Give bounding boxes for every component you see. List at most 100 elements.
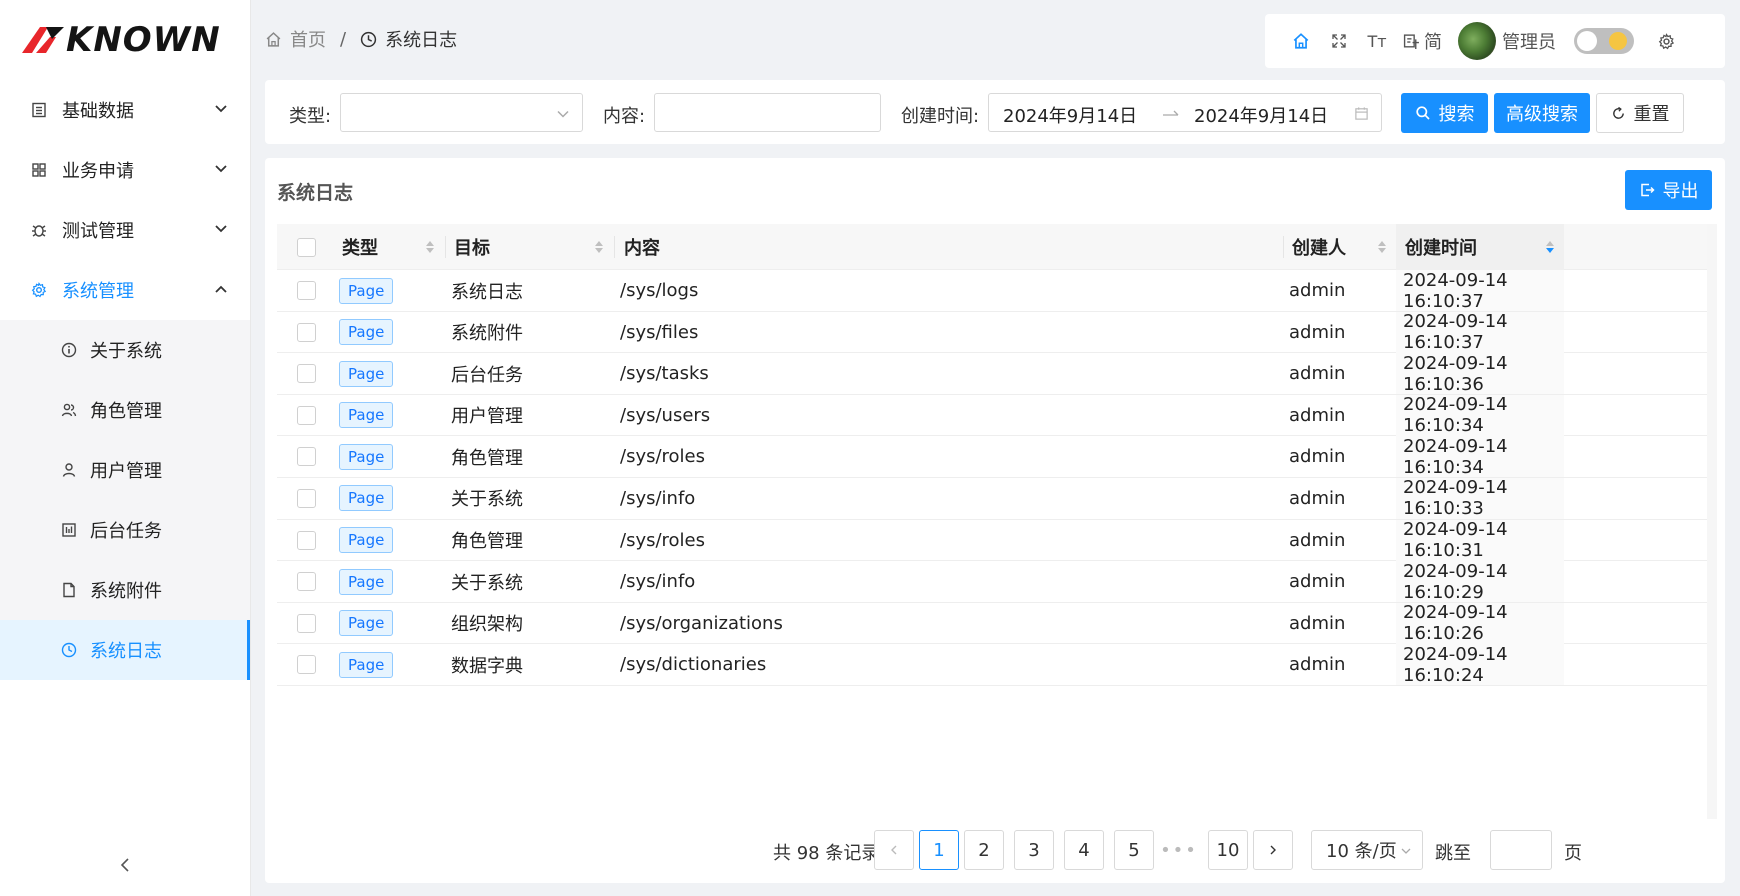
col-header-content: 内容 [624, 224, 660, 270]
row-checkbox[interactable] [297, 281, 316, 300]
checkbox[interactable] [297, 237, 316, 257]
table-row[interactable]: Page 关于系统/sys/info admin 2024-09-14 16:10:2… [277, 561, 1707, 603]
select-all-checkbox[interactable] [297, 224, 316, 270]
page-button-4[interactable]: 4 [1064, 830, 1104, 870]
sidebar-group-testing[interactable]: 测试管理 [0, 200, 250, 260]
jump-page-input[interactable] [1490, 830, 1552, 870]
gear-icon [1658, 32, 1674, 49]
type-tag: Page [339, 485, 394, 512]
table-row[interactable]: Page 用户管理/sys/users admin 2024-09-14 16:10:… [277, 394, 1707, 437]
page-button-1[interactable]: 1 [919, 830, 959, 870]
sort-icon[interactable] [594, 239, 604, 255]
theme-toggle[interactable] [1574, 26, 1634, 56]
table-row[interactable]: Page 组织架构/sys/organizations admin 2024-09-1… [277, 602, 1707, 645]
fullscreen-icon [1332, 34, 1346, 48]
language-button[interactable]: 简 [1403, 26, 1442, 56]
sidebar-item-about[interactable]: 关于系统 [0, 320, 250, 380]
row-checkbox[interactable] [297, 447, 316, 467]
target-cell: 关于系统 [451, 489, 523, 511]
prev-page-button[interactable] [874, 830, 914, 870]
sidebar-item-tasks[interactable]: 后台任务 [0, 500, 250, 560]
created-time-cell: 2024-09-14 16:10:37 [1396, 311, 1564, 353]
search-button[interactable]: 搜索 [1401, 93, 1488, 133]
col-header-type[interactable]: 类型 [342, 224, 378, 270]
row-checkbox[interactable] [297, 364, 316, 384]
type-select[interactable] [340, 93, 583, 132]
row-checkbox-cell [297, 353, 316, 394]
type-tag: Page [339, 527, 394, 554]
sidebar-menu: 基础数据 业务申请 测试管理 系统管理 关于系统 角色管理 用户管理 后台任务 … [0, 80, 250, 680]
next-page-button[interactable] [1253, 830, 1293, 870]
page-button-3[interactable]: 3 [1014, 830, 1054, 870]
table-row[interactable]: Page 后台任务/sys/tasks admin 2024-09-14 16:10:… [277, 353, 1707, 395]
table-row[interactable]: Page 系统日志/sys/logs admin 2024-09-14 16:10:3… [277, 270, 1707, 312]
content-input[interactable] [654, 93, 881, 132]
row-checkbox[interactable] [297, 405, 316, 425]
chevron-down-icon [215, 225, 227, 233]
row-checkbox[interactable] [297, 488, 316, 508]
arrow-right-icon [1163, 110, 1179, 116]
smiley-icon [1609, 32, 1627, 50]
table-row[interactable]: Page 关于系统/sys/info admin 2024-09-14 16:10:3… [277, 477, 1707, 520]
date-end[interactable]: 2024年9月14日 [1194, 102, 1328, 128]
sidebar-item-label: 后台任务 [90, 521, 162, 542]
sidebar-item-roles[interactable]: 角色管理 [0, 380, 250, 440]
page-button-2[interactable]: 2 [964, 830, 1004, 870]
created-time-cell: 2024-09-14 16:10:34 [1396, 436, 1564, 478]
created-time-cell: 2024-09-14 16:10:31 [1396, 519, 1564, 561]
font-size-button[interactable]: Tт [1365, 26, 1389, 56]
type-cell: Page [339, 520, 394, 561]
date-start[interactable]: 2024年9月14日 [1003, 102, 1137, 128]
page-button-5[interactable]: 5 [1114, 830, 1154, 870]
advanced-search-button[interactable]: 高级搜索 [1494, 93, 1590, 133]
created-time-cell: 2024-09-14 16:10:24 [1396, 644, 1564, 686]
row-checkbox[interactable] [297, 322, 316, 342]
col-header-target[interactable]: 目标 [454, 224, 490, 270]
export-button[interactable]: 导出 [1625, 170, 1712, 210]
row-checkbox[interactable] [297, 572, 316, 592]
page-button-10[interactable]: 10 [1208, 830, 1248, 870]
creator-cell: admin [1289, 571, 1346, 593]
date-range-picker[interactable]: 2024年9月14日 2024年9月14日 [988, 93, 1382, 132]
chevron-down-icon [1401, 848, 1411, 854]
chevron-left-icon[interactable] [115, 855, 135, 875]
sidebar-item-files[interactable]: 系统附件 [0, 560, 250, 620]
reset-button[interactable]: 重置 [1596, 93, 1684, 133]
row-checkbox-cell [297, 436, 316, 477]
home-button[interactable] [1289, 26, 1313, 56]
row-checkbox-cell [297, 395, 316, 436]
target-cell: 关于系统 [451, 572, 523, 594]
sidebar-group-label: 基础数据 [62, 101, 134, 122]
sidebar-group-system[interactable]: 系统管理 [0, 260, 250, 320]
table-row[interactable]: Page 角色管理/sys/roles admin 2024-09-14 16:10:… [277, 436, 1707, 478]
user-menu[interactable]: 管理员 [1458, 22, 1556, 60]
settings-button[interactable] [1654, 26, 1678, 56]
row-checkbox[interactable] [297, 613, 316, 633]
breadcrumb-home[interactable]: 首页 [265, 26, 326, 52]
fullscreen-button[interactable] [1327, 26, 1351, 56]
creator-cell: admin [1289, 404, 1346, 426]
page-size-select[interactable]: 10 条/页 [1311, 830, 1423, 870]
table-row[interactable]: Page 数据字典/sys/dictionaries admin 2024-09-14… [277, 644, 1707, 686]
sidebar-group-business[interactable]: 业务申请 [0, 140, 250, 200]
table-row[interactable]: Page 角色管理/sys/roles admin 2024-09-14 16:10:… [277, 519, 1707, 562]
col-header-created-time[interactable]: 创建时间 [1396, 224, 1564, 270]
sort-icon[interactable] [425, 239, 435, 255]
sort-desc-icon[interactable] [1545, 239, 1555, 255]
page-ellipsis[interactable]: ••• [1159, 830, 1199, 870]
type-tag: Page [339, 568, 394, 595]
chevron-up-icon [215, 285, 227, 293]
sidebar-group-basic-data[interactable]: 基础数据 [0, 80, 250, 140]
pagination-total: 共 98 条记录 [773, 843, 880, 864]
row-checkbox[interactable] [297, 530, 316, 550]
user-name: 管理员 [1502, 32, 1556, 53]
type-cell: Page [339, 395, 394, 436]
row-checkbox[interactable] [297, 655, 316, 675]
sort-icon[interactable] [1377, 239, 1387, 255]
sidebar-item-logs[interactable]: 系统日志 [0, 620, 250, 680]
sidebar-item-label: 用户管理 [90, 461, 162, 482]
col-header-creator[interactable]: 创建人 [1292, 224, 1346, 270]
table-scrollbar[interactable] [1707, 224, 1717, 819]
table-row[interactable]: Page 系统附件/sys/files admin 2024-09-14 16:10:… [277, 311, 1707, 354]
sidebar-item-users[interactable]: 用户管理 [0, 440, 250, 500]
